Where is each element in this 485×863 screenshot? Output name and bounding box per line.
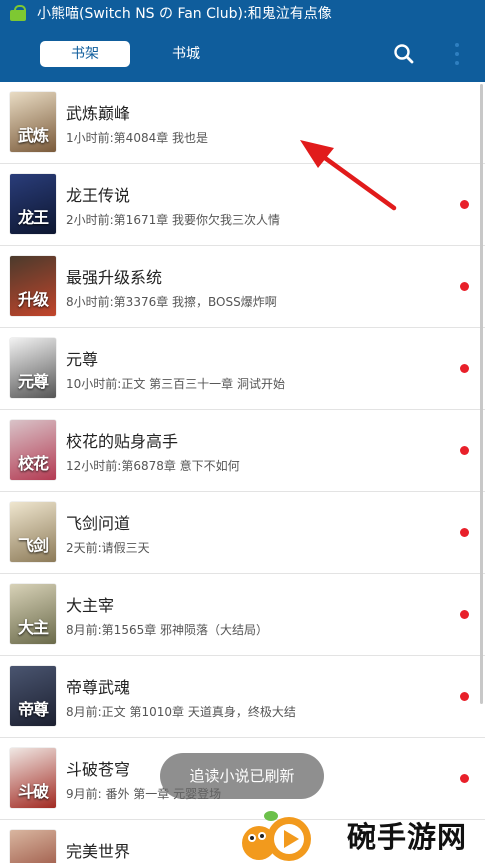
unread-indicator [460,774,469,783]
more-options-button[interactable] [448,40,466,68]
book-latest-chapter: 2小时前:第1671章 我要你欠我三次人情 [66,213,281,227]
book-latest-chapter: 8月前:第1565章 邪神陨落（大结局） [66,623,269,637]
book-latest-chapter: 8月前:正文 第1010章 天道真身，终极大结 [66,705,296,719]
book-latest-chapter: 2天前:请假三天 [66,541,150,555]
book-cover-image: 斗破 [10,748,56,808]
book-latest-chapter: 1小时前:第4084章 我也是 [66,131,209,145]
book-cover-image: 龙王 [10,174,56,234]
book-cover-image: 元尊 [10,338,56,398]
unread-indicator [460,528,469,537]
unread-indicator [460,610,469,619]
search-icon [394,44,414,64]
book-title: 最强升级系统 [66,268,163,287]
book-row[interactable]: 飞剑 飞剑问道 2天前:请假三天 [0,492,485,574]
book-title: 完美世界 [66,842,131,861]
unread-indicator [460,446,469,455]
status-bar: 小熊喵(Switch NS の Fan Club):和鬼泣有点像 [0,0,485,26]
book-cover-title: 元尊 [17,372,49,391]
orange-play-logo-icon [242,811,311,861]
book-cover-image: 校花 [10,420,56,480]
book-cover-title: 龙王 [17,208,49,227]
unread-indicator [460,692,469,701]
book-title: 校花的贴身高手 [66,432,179,451]
book-cover-title: 武炼 [17,126,49,145]
book-cover-image: 大主 [10,584,56,644]
book-row[interactable]: 元尊 元尊 10小时前:正文 第三百三十一章 洞试开始 [0,328,485,410]
book-cover-title: 飞剑 [17,536,49,555]
book-title: 龙王传说 [66,186,131,205]
unread-indicator [460,200,469,209]
shopping-bag-icon [8,4,30,22]
app-toolbar: 书架 书城 [0,26,485,82]
more-vertical-icon [455,43,459,47]
book-cover-image: 武炼 [10,92,56,152]
book-row[interactable]: 龙王 龙王传说 2小时前:第1671章 我要你欠我三次人情 [0,164,485,246]
book-title: 大主宰 [66,596,115,615]
book-title: 斗破苍穹 [66,760,131,779]
unread-indicator [460,364,469,373]
book-cover-title: 升级 [17,290,49,309]
book-cover-title: 大主 [17,618,49,637]
book-row[interactable]: 大主 大主宰 8月前:第1565章 邪神陨落（大结局） [0,574,485,656]
site-watermark: 碗手游网 [235,806,485,863]
tab-bookstore[interactable]: 书城 [148,41,224,67]
book-row[interactable]: 校花 校花的贴身高手 12小时前:第6878章 意下不如何 [0,410,485,492]
search-button[interactable] [391,41,417,67]
book-latest-chapter: 12小时前:第6878章 意下不如何 [66,459,240,473]
book-cover-image: 帝尊 [10,666,56,726]
book-latest-chapter: 10小时前:正文 第三百三十一章 洞试开始 [66,377,285,391]
unread-indicator [460,282,469,291]
status-notification-text: 小熊喵(Switch NS の Fan Club):和鬼泣有点像 [37,6,332,22]
book-row[interactable]: 帝尊 帝尊武魂 8月前:正文 第1010章 天道真身，终极大结 [0,656,485,738]
book-title: 帝尊武魂 [66,678,131,697]
book-cover-image: 飞剑 [10,502,56,562]
book-cover-image: 升级 [10,256,56,316]
scrollbar[interactable] [480,84,483,704]
bookshelf-list: 武炼 武炼巅峰 1小时前:第4084章 我也是龙王 龙王传说 2小时前:第1671章 我… [0,82,485,863]
book-latest-chapter: 8小时前:第3376章 我擦，BOSS爆炸啊 [66,295,277,309]
book-cover-title: 斗破 [17,782,49,801]
tab-bookshelf[interactable]: 书架 [40,41,130,67]
book-cover-title: 帝尊 [17,700,49,719]
refresh-toast: 追读小说已刷新 [160,753,324,799]
book-title: 飞剑问道 [66,514,131,533]
book-cover-title: 校花 [17,454,49,473]
book-row[interactable]: 升级 最强升级系统 8小时前:第3376章 我擦，BOSS爆炸啊 [0,246,485,328]
book-cover-image: 完美 [10,830,56,863]
book-title: 武炼巅峰 [66,104,131,123]
book-row[interactable]: 武炼 武炼巅峰 1小时前:第4084章 我也是 [0,82,485,164]
book-title: 元尊 [66,350,99,369]
watermark-text: 碗手游网 [347,820,468,854]
